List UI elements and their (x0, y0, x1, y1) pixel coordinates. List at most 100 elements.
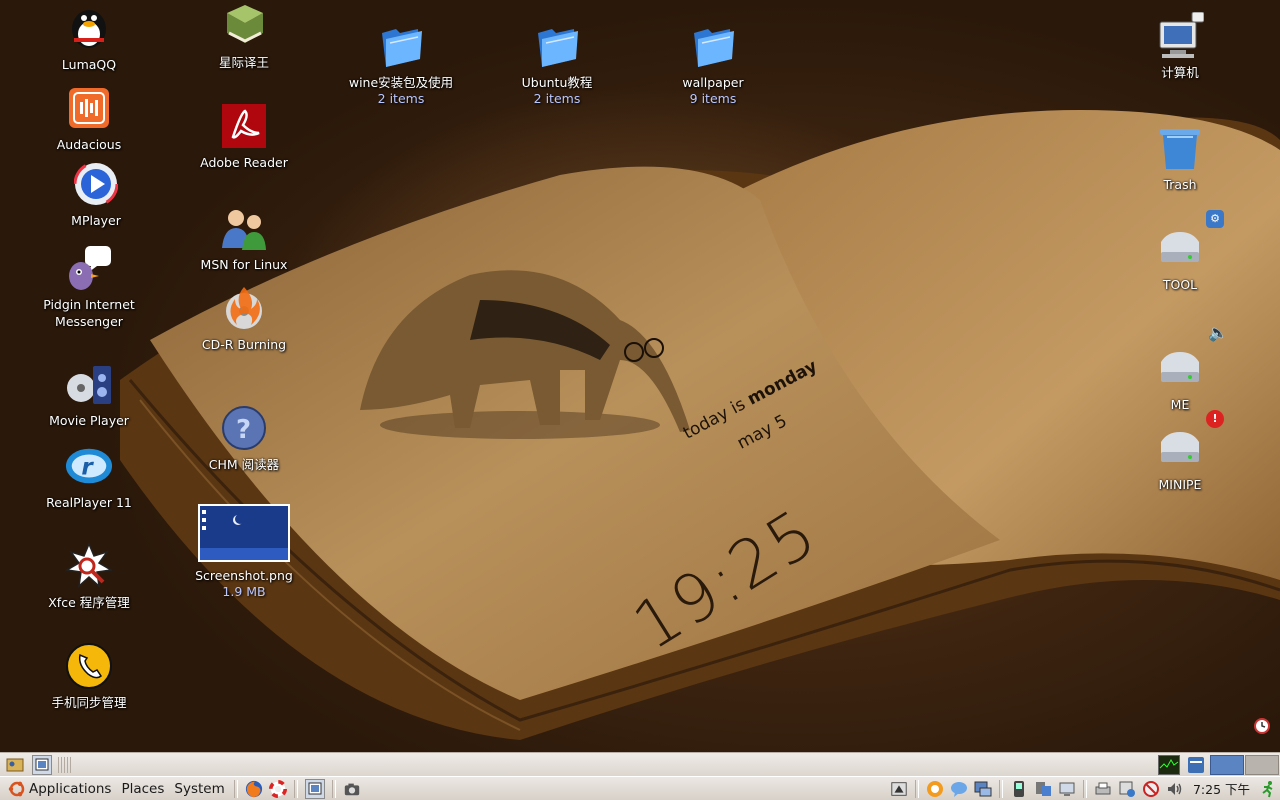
tray-display-icon[interactable] (1058, 780, 1076, 798)
item-count: 9 items (689, 91, 737, 106)
firefox-icon[interactable] (245, 780, 263, 798)
icon-label: TOOL (1162, 277, 1198, 292)
icon-label: MINIPE (1158, 477, 1202, 492)
svg-text:?: ? (236, 415, 251, 445)
volume-icon[interactable] (1166, 780, 1184, 798)
workspace-1[interactable] (1210, 755, 1244, 775)
desktop-icon-stardict[interactable]: 星际译王 (179, 2, 309, 71)
folder-icon (689, 22, 737, 70)
desktop-icon-realplayer[interactable]: r RealPlayer 11 (24, 442, 154, 511)
screenshot-camera-icon[interactable] (343, 780, 361, 798)
desktop-folder-wallpaper[interactable]: wallpaper 9 items (648, 22, 778, 107)
file-size: 1.9 MB (222, 584, 266, 599)
desktop-folder-wine[interactable]: wine安装包及使用 2 items (336, 22, 466, 107)
desktop-icon-trash[interactable]: Trash (1115, 124, 1245, 193)
icon-label: CHM 阅读器 (208, 457, 280, 472)
desktop-icon-movie-player[interactable]: Movie Player (24, 360, 154, 429)
settings-badge-icon: ⚙ (1206, 210, 1224, 228)
applications-label: Applications (29, 780, 112, 797)
workspace-2[interactable] (1245, 755, 1279, 775)
running-man-icon[interactable] (1259, 780, 1277, 798)
desktop-icon-chm-reader[interactable]: ? CHM 阅读器 (179, 404, 309, 473)
icon-label: MPlayer (71, 213, 121, 228)
window-list-panel (0, 752, 1280, 776)
desktop-icon-computer[interactable]: 计算机 (1115, 12, 1245, 81)
icon-label: Trash (1163, 177, 1197, 192)
realplayer-icon: r (65, 442, 113, 490)
play-icon (72, 160, 120, 208)
show-desktop-button-icon[interactable] (304, 778, 325, 799)
pdf-icon (220, 102, 268, 150)
xfce-icon (65, 542, 113, 590)
icon-label: ME (1170, 397, 1190, 412)
folder-icon (533, 22, 581, 70)
computer-icon (1156, 12, 1204, 60)
desktop-icon-cdr-burning[interactable]: CD-R Burning (179, 284, 309, 353)
desktop-icon-xfce-manager[interactable]: Xfce 程序管理 (24, 542, 154, 611)
drive-icon: 🔈 (1156, 324, 1228, 392)
icon-label: 计算机 (1161, 65, 1199, 80)
applications-menu[interactable]: Applications (0, 778, 116, 800)
desktop-drive-tool[interactable]: ⚙ TOOL (1115, 210, 1245, 293)
panel-separator (1082, 779, 1087, 798)
desktop-icon-msn[interactable]: MSN for Linux (179, 204, 309, 273)
icon-label: Xfce 程序管理 (48, 595, 130, 610)
panel-separator (293, 779, 298, 798)
panel-separator (233, 779, 238, 798)
burn-icon (220, 284, 268, 332)
image-thumbnail-icon (198, 503, 290, 563)
tray-phone-icon[interactable] (1010, 780, 1028, 798)
tray-no-entry-icon[interactable] (1142, 780, 1160, 798)
svg-text:r: r (81, 455, 94, 481)
panel-handle[interactable] (58, 757, 72, 773)
notes-icon[interactable] (1186, 755, 1206, 775)
help-icon: ? (220, 404, 268, 452)
icon-label: Screenshot.png (195, 568, 293, 583)
tray-penguin-icon[interactable] (926, 780, 944, 798)
icon-label: Ubuntu教程 (521, 75, 593, 90)
help-lifebuoy-icon[interactable] (268, 779, 287, 798)
eject-notifier-icon[interactable] (890, 780, 908, 798)
desktop-icon-adobe-reader[interactable]: Adobe Reader (179, 102, 309, 171)
tray-chat-icon[interactable] (950, 780, 968, 798)
item-count: 2 items (533, 91, 581, 106)
desktop-icon-phone-sync[interactable]: 手机同步管理 (24, 642, 154, 711)
desktop-icon-mplayer[interactable]: MPlayer (31, 160, 161, 229)
folder-icon (377, 22, 425, 70)
tray-printer-icon[interactable] (1094, 780, 1112, 798)
tray-network-icon[interactable] (974, 780, 992, 798)
desktop-drive-me[interactable]: 🔈 ME (1115, 324, 1245, 413)
main-menu-panel: Applications Places System 7:25 下午 (0, 776, 1280, 800)
window-list-button[interactable] (32, 755, 52, 775)
pidgin-icon (65, 244, 113, 292)
audacious-icon (65, 84, 113, 132)
icon-label: RealPlayer 11 (46, 495, 132, 510)
desktop-icon-screenshot[interactable]: Screenshot.png 1.9 MB (179, 503, 309, 600)
alarm-clock-icon[interactable] (1253, 716, 1271, 734)
places-menu[interactable]: Places (116, 778, 169, 800)
penguin-icon (65, 4, 113, 52)
icon-label: wallpaper (682, 75, 744, 90)
desktop-icon-lumaqq[interactable]: LumaQQ (24, 4, 154, 73)
icon-label: Audacious (56, 137, 122, 152)
icon-label: wine安装包及使用 (348, 75, 454, 90)
show-desktop-icon[interactable] (6, 756, 24, 774)
tray-update-icon[interactable] (1118, 780, 1136, 798)
trash-icon (1156, 124, 1204, 172)
desktop-icon-audacious[interactable]: Audacious (24, 84, 154, 153)
ubuntu-logo-icon (8, 780, 26, 798)
icon-label: Adobe Reader (200, 155, 288, 170)
desktop-drive-minipe[interactable]: ! MINIPE (1115, 410, 1245, 493)
system-monitor-icon[interactable] (1158, 755, 1180, 775)
icon-label: 星际译王 (218, 55, 269, 70)
panel-separator (914, 779, 919, 798)
icon-label: 手机同步管理 (51, 695, 127, 710)
desktop-icon-pidgin[interactable]: Pidgin Internet Messenger (24, 244, 154, 330)
tray-users-icon[interactable] (1034, 780, 1052, 798)
system-menu[interactable]: System (169, 778, 229, 800)
icon-label: LumaQQ (61, 57, 117, 72)
speaker-badge-icon: 🔈 (1208, 323, 1228, 342)
movie-icon (65, 360, 113, 408)
panel-clock[interactable]: 7:25 下午 (1193, 779, 1250, 798)
desktop-folder-ubuntu[interactable]: Ubuntu教程 2 items (492, 22, 622, 107)
